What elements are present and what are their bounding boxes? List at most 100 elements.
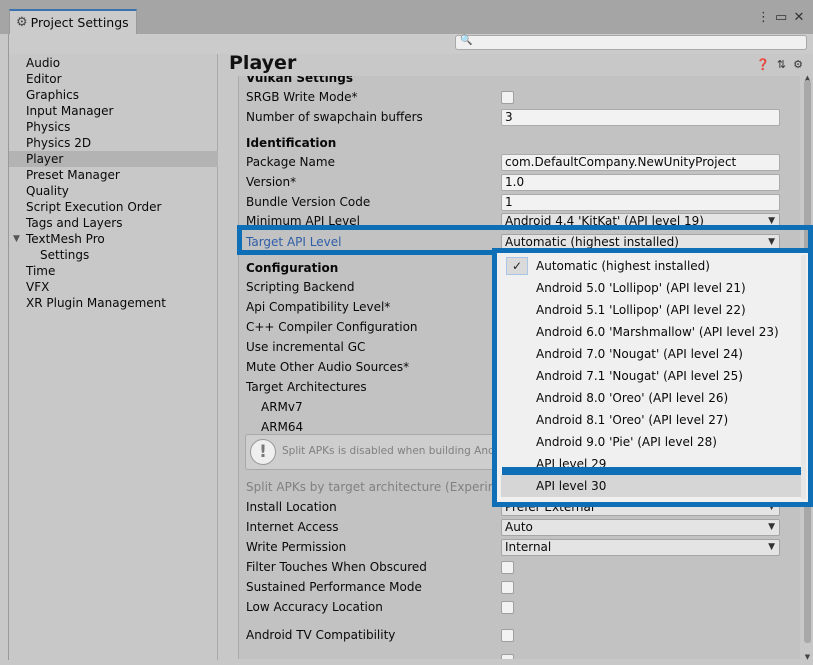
dropdown-item-label: Android 8.1 'Oreo' (API level 27) (536, 413, 729, 427)
filter-touches-row: Filter Touches When Obscured (239, 559, 799, 577)
sidebar-item-preset-manager[interactable]: Preset Manager (9, 167, 218, 183)
tab-project-settings[interactable]: ⚙ Project Settings (9, 9, 137, 34)
toolbar: 🔍 (8, 34, 813, 54)
dropdown-item-label: API level 30 (536, 479, 607, 493)
srgb-row: SRGB Write Mode* (239, 89, 799, 107)
dropdown-scrollbar[interactable] (801, 255, 806, 499)
sidebar-item-vfx[interactable]: VFX (9, 279, 218, 295)
sidebar-item-physics-2d[interactable]: Physics 2D (9, 135, 218, 151)
dropdown-item-api-22[interactable]: Android 5.1 'Lollipop' (API level 22) (501, 299, 804, 321)
section-heading: Identification (246, 136, 337, 150)
sidebar-item-textmesh-settings[interactable]: Settings (9, 247, 218, 263)
android-tv-checkbox[interactable] (501, 629, 514, 642)
sidebar-item-physics[interactable]: Physics (9, 119, 218, 135)
sidebar-item-graphics[interactable]: Graphics (9, 87, 218, 103)
title-bar: ⚙ Project Settings ⋮ ▭ ✕ (0, 0, 813, 34)
select-value: Android 4.4 'KitKat' (API level 19) (505, 214, 704, 228)
sidebar-item-label: Script Execution Order (26, 200, 162, 214)
field-label: Mute Other Audio Sources* (246, 360, 410, 374)
dropdown-item-api-24[interactable]: Android 7.0 'Nougat' (API level 24) (501, 343, 804, 365)
sidebar-item-label: Player (26, 152, 64, 166)
sidebar-item-time[interactable]: Time (9, 263, 218, 279)
sidebar-item-editor[interactable]: Editor (9, 71, 218, 87)
sidebar-item-quality[interactable]: Quality (9, 183, 218, 199)
section-heading: Configuration (246, 261, 339, 275)
sidebar-item-player[interactable]: Player (9, 151, 218, 167)
sidebar-item-label: VFX (26, 280, 50, 294)
field-label: Bundle Version Code (246, 195, 371, 209)
dropdown-item-api-27[interactable]: Android 8.1 'Oreo' (API level 27) (501, 409, 804, 431)
checkmark-icon: ✓ (506, 257, 528, 275)
write-permission-row: Write Permission Internal ▼ (239, 539, 799, 557)
window-controls: ⋮ ▭ ✕ (757, 10, 805, 25)
dropdown-item-api-21[interactable]: Android 5.0 'Lollipop' (API level 21) (501, 277, 804, 299)
sidebar-item-tags-and-layers[interactable]: Tags and Layers (9, 215, 218, 231)
help-icon[interactable]: ❓ (756, 58, 770, 71)
field-label: Use incremental GC (246, 340, 366, 354)
version-row: Version* 1.0 (239, 174, 799, 192)
sustained-perf-checkbox[interactable] (501, 581, 514, 594)
sidebar-item-xr-plugin-management[interactable]: XR Plugin Management (9, 295, 218, 311)
write-permission-select[interactable]: Internal ▼ (501, 539, 780, 556)
version-field[interactable]: 1.0 (501, 174, 780, 191)
header-icons: ❓ ⇅ ⚙ (756, 58, 803, 71)
sidebar-item-audio[interactable]: Audio (9, 55, 218, 71)
close-icon[interactable]: ✕ (793, 10, 805, 25)
android-tv-row: Android TV Compatibility (239, 627, 799, 645)
dropdown-item-api-23[interactable]: Android 6.0 'Marshmallow' (API level 23) (501, 321, 804, 343)
expand-arrow-icon[interactable]: ▼ (13, 231, 20, 247)
sidebar-item-script-execution-order[interactable]: Script Execution Order (9, 199, 218, 215)
sidebar-item-label: Time (26, 264, 56, 278)
internet-access-select[interactable]: Auto ▼ (501, 519, 780, 536)
field-label: Version* (246, 175, 297, 189)
identification-heading-row: Identification (239, 135, 799, 153)
swapchain-field[interactable]: 3 (501, 109, 780, 126)
dropdown-item-api-30[interactable]: API level 30 (501, 475, 804, 497)
dropdown-item-api-25[interactable]: Android 7.1 'Nougat' (API level 25) (501, 365, 804, 387)
min-api-row: Minimum API Level Android 4.4 'KitKat' (A… (239, 213, 799, 231)
scroll-down-icon[interactable]: ▼ (803, 653, 812, 661)
partial-checkbox[interactable] (501, 654, 514, 659)
filter-touches-checkbox[interactable] (501, 561, 514, 574)
bundle-row: Bundle Version Code 1 (239, 194, 799, 212)
field-label: SRGB Write Mode* (246, 90, 358, 104)
field-label: ARM64 (261, 420, 304, 434)
gear-icon: ⚙ (16, 15, 28, 30)
page-title: Player (229, 52, 297, 74)
select-value: Internal (505, 540, 552, 554)
dropdown-item-automatic[interactable]: ✓ Automatic (highest installed) (501, 255, 804, 277)
more-options-icon[interactable]: ⋮ (757, 10, 770, 25)
field-label: Sustained Performance Mode (246, 580, 422, 594)
package-name-field[interactable]: com.DefaultCompany.NewUnityProject (501, 154, 780, 171)
sidebar-item-input-manager[interactable]: Input Manager (9, 103, 218, 119)
dropdown-item-api-28[interactable]: Android 9.0 'Pie' (API level 28) (501, 431, 804, 453)
field-label: ARMv7 (261, 400, 303, 414)
dropdown-item-label: Android 7.1 'Nougat' (API level 25) (536, 369, 743, 383)
sidebar-item-textmesh-pro[interactable]: ▼ TextMesh Pro (9, 231, 218, 247)
chevron-down-icon: ▼ (768, 522, 775, 532)
gear-icon[interactable]: ⚙ (793, 58, 803, 71)
highlight-separator (502, 467, 804, 475)
field-label: Target Architectures (246, 380, 367, 394)
sidebar-item-label: Physics (26, 120, 71, 134)
low-accuracy-checkbox[interactable] (501, 601, 514, 614)
low-accuracy-row: Low Accuracy Location (239, 599, 799, 617)
sidebar-item-label: XR Plugin Management (26, 296, 166, 310)
dropdown-item-label: Android 6.0 'Marshmallow' (API level 23) (536, 325, 779, 339)
srgb-checkbox[interactable] (501, 91, 514, 104)
sidebar-item-label: Quality (26, 184, 69, 198)
dropdown-list: ✓ Automatic (highest installed) Android … (501, 255, 804, 497)
preset-icon[interactable]: ⇅ (777, 58, 786, 71)
target-api-dropdown: ✓ Automatic (highest installed) Android … (492, 248, 813, 507)
sidebar-item-label: Preset Manager (26, 168, 120, 182)
field-label: Api Compatibility Level* (246, 300, 391, 314)
help-text: Split APKs is disabled when building And… (282, 445, 515, 457)
dropdown-item-api-26[interactable]: Android 8.0 'Oreo' (API level 26) (501, 387, 804, 409)
field-label: Filter Touches When Obscured (246, 560, 427, 574)
search-input[interactable]: 🔍 (455, 35, 807, 50)
swapchain-row: Number of swapchain buffers 3 (239, 109, 799, 127)
field-label: Install Location (246, 500, 337, 514)
bundle-version-field[interactable]: 1 (501, 194, 780, 211)
min-api-select[interactable]: Android 4.4 'KitKat' (API level 19) ▼ (501, 213, 780, 230)
maximize-icon[interactable]: ▭ (775, 10, 787, 25)
